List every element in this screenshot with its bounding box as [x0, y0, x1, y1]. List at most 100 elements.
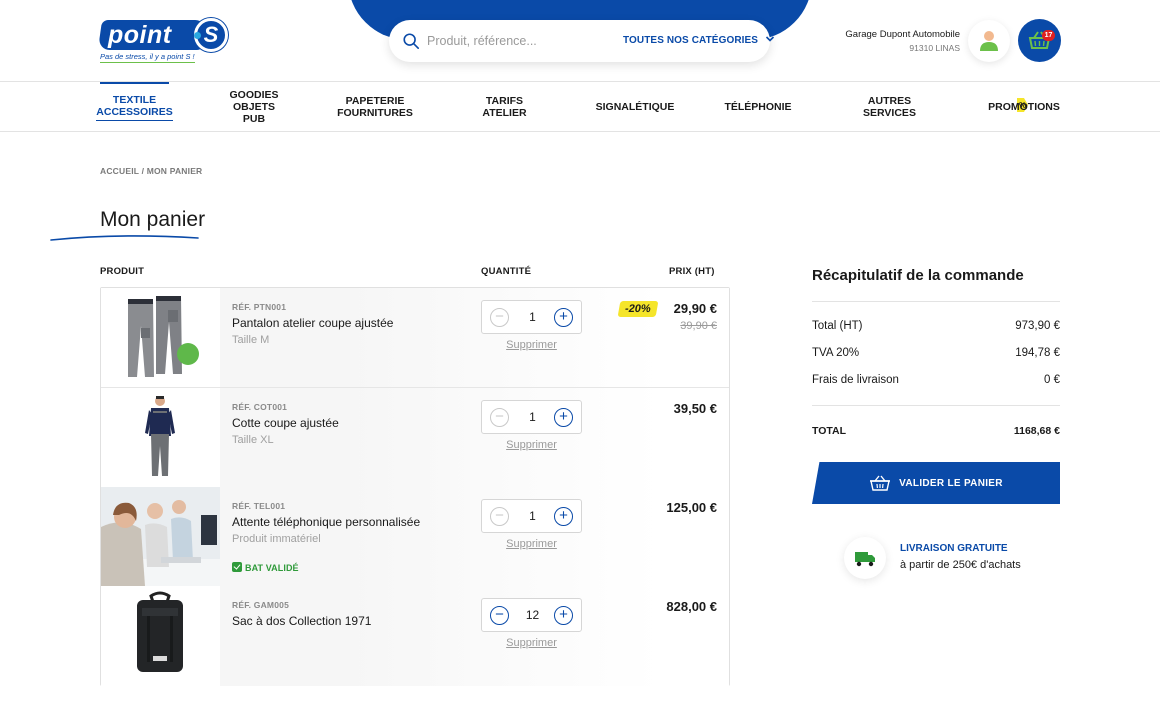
- summary-row-total-ht: Total (HT) 973,90 €: [812, 320, 1060, 332]
- decrease-quantity-button[interactable]: −: [490, 507, 509, 526]
- logo-tagline: Pas de stress, il y a point S !: [100, 52, 195, 63]
- nav-item-label: PROMOTIONS: [988, 101, 1060, 113]
- summary-title: Récapitulatif de la commande: [812, 267, 1024, 284]
- account-city: 91310 LINAS: [909, 43, 960, 53]
- product-name[interactable]: Attente téléphonique personnalisée: [232, 515, 420, 529]
- brand-logo[interactable]: point S Pas de stress, il y a point S !: [97, 18, 230, 64]
- nav-item-papeterie-fournitures[interactable]: PAPETERIE FOURNITURES: [337, 82, 413, 132]
- increase-quantity-button[interactable]: +: [554, 507, 573, 526]
- item-price: 125,00 €: [666, 500, 717, 515]
- product-variant: Produit immatériel: [232, 533, 321, 545]
- cart-count-badge: 17: [1042, 30, 1055, 41]
- delivery-truck-icon: [855, 552, 875, 567]
- chevron-down-icon: [765, 36, 775, 42]
- validate-cart-button[interactable]: VALIDER LE PANIER: [812, 462, 1060, 504]
- increase-quantity-button[interactable]: +: [554, 408, 573, 427]
- product-thumbnail[interactable]: [101, 487, 220, 586]
- summary-row-shipping: Frais de livraison 0 €: [812, 374, 1060, 386]
- column-header-quantity: QUANTITÉ: [481, 266, 532, 277]
- quantity-value[interactable]: 12: [517, 608, 548, 622]
- quantity-value[interactable]: 1: [517, 410, 548, 424]
- product-reference: RÉF. TEL001: [232, 501, 286, 511]
- product-thumbnail[interactable]: [101, 586, 220, 685]
- product-thumbnail[interactable]: [101, 388, 220, 487]
- decrease-quantity-button[interactable]: −: [490, 606, 509, 625]
- nav-item-label: PAPETERIE FOURNITURES: [337, 95, 413, 119]
- product-variant: Taille XL: [232, 434, 274, 446]
- summary-value: 1168,68 €: [1013, 425, 1060, 437]
- cart-item-row: RÉF. COT001 Cotte coupe ajustée Taille X…: [101, 388, 729, 488]
- category-select-label: TOUTES NOS CATÉGORIES: [623, 35, 759, 46]
- product-name[interactable]: Cotte coupe ajustée: [232, 416, 339, 430]
- product-thumbnail[interactable]: [101, 288, 220, 387]
- cart-item-row: RÉF. PTN001 Pantalon atelier coupe ajust…: [101, 288, 729, 388]
- cart-button[interactable]: 17: [1018, 19, 1061, 62]
- nav-item-textile-accessoires[interactable]: TEXTILE ACCESSOIRES: [96, 82, 173, 132]
- nav-item-tarifs-atelier[interactable]: TARIFS ATELIER: [464, 82, 545, 132]
- quantity-stepper: − 1 +: [481, 300, 582, 334]
- remove-item-link[interactable]: Supprimer: [481, 339, 582, 351]
- nav-item-telephonie[interactable]: TÉLÉPHONIE: [724, 82, 792, 132]
- nav-item-promotions[interactable]: % PROMOTIONS: [988, 82, 1060, 132]
- summary-value: 0 €: [1044, 374, 1060, 386]
- product-reference: RÉF. COT001: [232, 402, 288, 412]
- column-header-product: PRODUIT: [100, 266, 145, 277]
- nav-item-goodies-objets-pub[interactable]: GOODIES OBJETS PUB: [222, 82, 286, 132]
- basket-icon: [1028, 31, 1051, 49]
- quantity-value[interactable]: 1: [517, 509, 548, 523]
- discount-badge: -20%: [617, 301, 659, 317]
- breadcrumb-home-link[interactable]: ACCUEIL: [100, 166, 139, 176]
- summary-label: TVA 20%: [812, 347, 860, 359]
- search-input[interactable]: [427, 31, 607, 51]
- breadcrumb: ACCUEIL / MON PANIER: [100, 166, 202, 176]
- nav-item-label: TEXTILE ACCESSOIRES: [96, 94, 173, 121]
- product-reference: RÉF. GAM005: [232, 600, 289, 610]
- free-shipping-title: LIVRAISON GRATUITE: [900, 543, 1008, 554]
- column-header-price: PRIX (HT): [669, 266, 715, 277]
- user-icon: [980, 31, 998, 51]
- bat-status: BAT VALIDÉ: [232, 562, 299, 573]
- quantity-stepper: − 12 +: [481, 598, 582, 632]
- cart-items-table: RÉF. PTN001 Pantalon atelier coupe ajust…: [100, 287, 730, 686]
- search-bar: TOUTES NOS CATÉGORIES: [389, 20, 775, 62]
- account-name: Garage Dupont Automobile: [845, 29, 960, 40]
- product-name[interactable]: Pantalon atelier coupe ajustée: [232, 316, 393, 330]
- category-select[interactable]: TOUTES NOS CATÉGORIES: [623, 34, 775, 46]
- nav-item-label: AUTRES SERVICES: [863, 95, 916, 119]
- logo-wordmark: point: [108, 21, 172, 49]
- nav-item-autres-services[interactable]: AUTRES SERVICES: [842, 82, 937, 132]
- nav-item-label: TARIFS ATELIER: [482, 95, 527, 119]
- free-shipping-icon-wrap: [844, 537, 886, 579]
- summary-row-total: TOTAL 1168,68 €: [812, 425, 1060, 437]
- increase-quantity-button[interactable]: +: [554, 308, 573, 327]
- remove-item-link[interactable]: Supprimer: [481, 637, 582, 649]
- nav-item-label: SIGNALÉTIQUE: [595, 101, 675, 113]
- item-price: 29,90 €: [673, 301, 717, 316]
- nav-item-label: TÉLÉPHONIE: [724, 101, 792, 113]
- quantity-stepper: − 1 +: [481, 499, 582, 533]
- main-nav: TEXTILE ACCESSOIRES GOODIES OBJETS PUB P…: [0, 82, 1160, 132]
- item-price: 828,00 €: [666, 599, 717, 614]
- increase-quantity-button[interactable]: +: [554, 606, 573, 625]
- basket-icon: [870, 475, 891, 491]
- decrease-quantity-button[interactable]: −: [490, 408, 509, 427]
- search-icon[interactable]: [402, 32, 420, 50]
- call-center-photo: [101, 487, 220, 586]
- product-name[interactable]: Sac à dos Collection 1971: [232, 614, 371, 628]
- breadcrumb-current: MON PANIER: [146, 166, 203, 176]
- quantity-value[interactable]: 1: [517, 310, 548, 324]
- summary-label: Total (HT): [812, 320, 863, 332]
- logo-letter-badge: S: [194, 18, 228, 52]
- remove-item-link[interactable]: Supprimer: [481, 439, 582, 451]
- cart-item-row: RÉF. TEL001 Attente téléphonique personn…: [101, 487, 729, 587]
- decrease-quantity-button[interactable]: −: [490, 308, 509, 327]
- page-title: Mon panier: [100, 208, 206, 231]
- remove-item-link[interactable]: Supprimer: [481, 538, 582, 550]
- free-shipping-subtitle: à partir de 250€ d'achats: [900, 559, 1021, 571]
- account-info[interactable]: Garage Dupont Automobile 91310 LINAS: [845, 29, 960, 53]
- breadcrumb-separator: /: [139, 166, 147, 176]
- check-icon: [232, 562, 242, 572]
- nav-item-signaletique[interactable]: SIGNALÉTIQUE: [595, 82, 675, 132]
- user-avatar-button[interactable]: [968, 20, 1010, 62]
- summary-label: Frais de livraison: [812, 374, 899, 386]
